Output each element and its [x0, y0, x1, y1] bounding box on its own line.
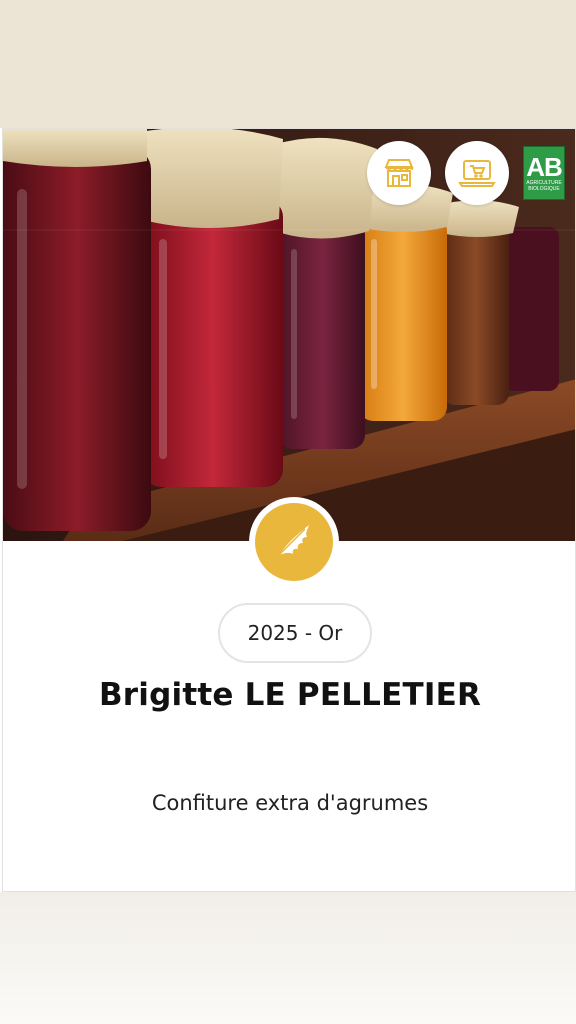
ab-letters: AB	[526, 152, 563, 182]
laptop-cart-icon	[458, 156, 496, 190]
ab-caption: AGRICULTURE BIOLOGIQUE	[526, 180, 562, 192]
online-shop-badge[interactable]	[445, 141, 509, 205]
store-icon	[381, 155, 417, 191]
oak-leaf-icon	[271, 517, 317, 567]
badge-row: AB AGRICULTURE BIOLOGIQUE	[367, 141, 565, 205]
product-name: Confiture extra d'agrumes	[151, 791, 429, 815]
producer-card[interactable]: AB AGRICULTURE BIOLOGIQUE 2025 - Or Brig…	[2, 128, 576, 892]
store-badge[interactable]	[367, 141, 431, 205]
top-band	[0, 0, 576, 128]
organic-ab-logo: AB AGRICULTURE BIOLOGIQUE	[523, 146, 565, 200]
gold-medal-badge	[249, 497, 339, 587]
award-label: 2025 - Or	[218, 603, 372, 663]
hero-image-jam-jars: AB AGRICULTURE BIOLOGIQUE	[3, 129, 575, 541]
producer-name: Brigitte LE PELLETIER	[98, 677, 482, 713]
